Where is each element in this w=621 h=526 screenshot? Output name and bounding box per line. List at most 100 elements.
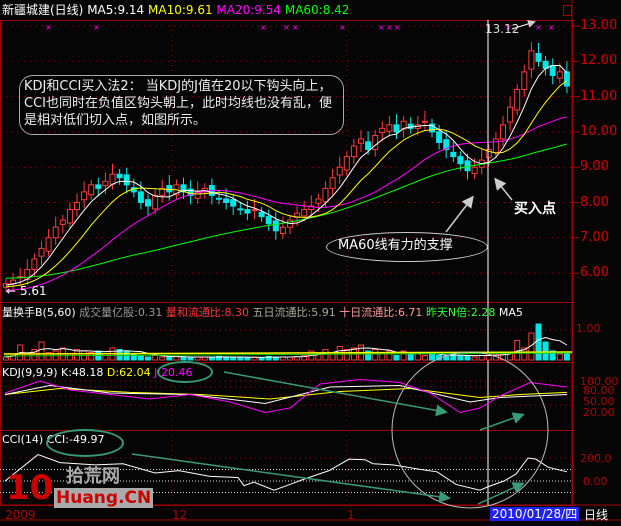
volume-axis-label: 1.00: [576, 322, 601, 335]
ma10-value: MA10:9.61: [148, 3, 213, 17]
ma60-support-label: MA60线有力的支撑: [338, 238, 453, 253]
candle: [81, 191, 88, 201]
price-axis-label: 9.00: [580, 159, 609, 175]
cursor-date-label: 2010/01/28/四: [490, 507, 580, 521]
volume-bar: [343, 349, 350, 361]
volume-bar: [372, 349, 379, 361]
window-toggle-button[interactable]: [563, 5, 572, 16]
candle: [52, 226, 59, 239]
volume-bar: [66, 353, 73, 361]
period-label[interactable]: 日线: [584, 508, 608, 522]
candle: [95, 184, 102, 189]
volume-bar: [230, 357, 237, 361]
signal-marker: ×: [339, 23, 346, 32]
cci-axis-0: 0.00: [583, 475, 608, 488]
strategy-callout: KDJ和CCI买入法2： 当KDJ的J值在20以下钩头向上，CCI也同时在负值区…: [19, 75, 344, 135]
volume-bar: [478, 355, 485, 361]
candle: [336, 166, 343, 176]
support-arrow: [445, 195, 474, 233]
candle: [492, 138, 499, 153]
buy-point-label: 买入点: [514, 201, 556, 217]
candle: [421, 120, 428, 123]
candle: [109, 173, 116, 185]
volume-bar: [24, 353, 31, 361]
candle: [66, 209, 73, 224]
candle: [563, 71, 570, 87]
candle: [556, 71, 563, 79]
candle: [216, 197, 222, 200]
kdj-k-value: K:48.18: [61, 366, 104, 379]
price-axis-label: 6.00: [580, 265, 609, 281]
price-axis-label: 7.00: [580, 229, 609, 245]
candle: [322, 187, 329, 203]
candle: [535, 53, 542, 62]
ma60-value: MA60:8.42: [284, 3, 350, 17]
volume-bar: [535, 323, 542, 361]
candle: [123, 174, 130, 186]
stock-title: 新疆城建(日线): [2, 3, 84, 17]
cci-axis-200: 200.0: [580, 452, 612, 465]
price-axis-label: 13.00: [580, 18, 618, 33]
volume-bar: [563, 353, 570, 361]
volume-bar: [464, 355, 471, 361]
volume-bar: [152, 355, 159, 361]
candle: [386, 124, 393, 132]
logo-cn: 拾荒网: [66, 466, 120, 487]
header-bar: 新疆城建(日线) MA5:9.14 MA10:9.61 MA20:9.54 MA…: [2, 3, 349, 17]
candle: [258, 211, 265, 218]
candle: [471, 166, 478, 175]
volume-bar: [258, 357, 265, 361]
candle: [116, 173, 123, 179]
candle: [272, 220, 279, 232]
signal-marker: ×: [283, 23, 290, 32]
volume-value: 成交量亿股:0.31: [79, 306, 163, 319]
volume-bar: [443, 355, 450, 361]
price-axis-label: 12.00: [580, 53, 618, 69]
candle: [549, 65, 556, 76]
candle: [59, 219, 66, 225]
kdj-axis-20: 20.00: [583, 406, 615, 419]
volume-bar: [166, 356, 173, 361]
volume-bar: [556, 353, 563, 361]
candle: [450, 151, 457, 158]
n-times-value: 昨天N倍:2.28: [425, 306, 496, 319]
date-label-2009: 2009: [5, 508, 36, 522]
candle: [265, 216, 272, 225]
ma20-value: MA20:9.54: [216, 3, 282, 17]
kdj-d-value: D:62.04: [106, 366, 151, 379]
candle: [436, 131, 443, 143]
kdj-k-line: [4, 384, 568, 405]
signal-marker: ×: [93, 23, 100, 32]
stock-chart-window: × × × × × × × × × × × × 新疆城建(日线) MA5:9.14 MA10:9.61…: [0, 0, 621, 526]
candle: [74, 202, 80, 211]
candle: [145, 199, 151, 207]
date-label-12: 12: [172, 508, 188, 522]
candle: [343, 156, 350, 171]
volume-bar: [102, 353, 109, 361]
price-axis-label: 10.00: [580, 123, 618, 139]
candle: [528, 50, 535, 70]
volume-bar: [145, 356, 151, 361]
volume-bar: [244, 357, 251, 361]
volume-bar: [180, 356, 187, 361]
ma5-value: MA5:9.14: [87, 3, 145, 17]
logo-en: Huang.CN: [54, 488, 154, 508]
volume-bar: [38, 341, 45, 361]
volume-bar: [414, 353, 421, 361]
ten-day-ratio: 十日流通比:6.71: [339, 306, 423, 319]
candle: [457, 156, 464, 165]
volume-header: 量换手B(5,60) 成交量亿股:0.31 量和流通比:8.30 五日流通比:5…: [2, 306, 523, 320]
low-price-label: ← 5.61: [6, 284, 47, 298]
signal-marker: ×: [386, 23, 393, 32]
volume-bar: [137, 355, 144, 361]
candle: [365, 141, 372, 151]
volume-ma5-label: MA5: [498, 306, 523, 319]
volume-bar: [329, 352, 336, 361]
volume-bar: [159, 356, 166, 361]
date-label-1: 1: [347, 508, 355, 522]
volume-bar: [393, 355, 400, 361]
price-axis-label: 8.00: [580, 194, 609, 210]
candle: [350, 145, 357, 158]
signal-marker: ×: [378, 23, 385, 32]
candle: [500, 124, 506, 140]
